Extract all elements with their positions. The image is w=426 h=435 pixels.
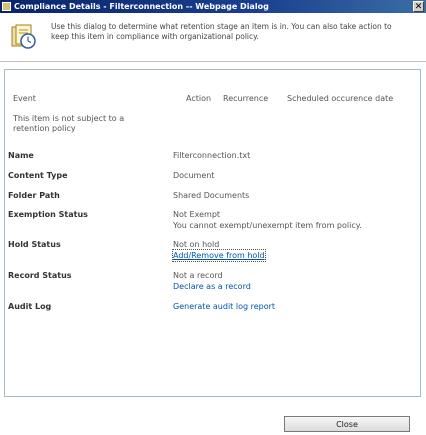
declare-record-link[interactable]: Declare as a record — [173, 281, 251, 292]
audit-log-report-link[interactable]: Generate audit log report — [173, 301, 275, 312]
exemption-status-value: Not Exempt — [173, 210, 221, 219]
window-title: Compliance Details - Filterconnection --… — [14, 2, 269, 11]
dialog-icon — [2, 2, 11, 11]
record-status-label: Record Status — [8, 271, 72, 280]
name-value: Filterconnection.txt — [173, 151, 251, 160]
folder-path-label: Folder Path — [8, 191, 60, 200]
title-bar: Compliance Details - Filterconnection --… — [0, 0, 426, 13]
close-icon[interactable]: ✕ — [413, 1, 424, 12]
action-column-header: Action — [186, 94, 212, 103]
dialog-header: Use this dialog to determine what retent… — [0, 13, 426, 62]
exemption-status-detail: You cannot exempt/unexempt item from pol… — [173, 221, 362, 230]
hold-status-label: Hold Status — [8, 240, 61, 249]
header-description: Use this dialog to determine what retent… — [51, 22, 392, 41]
content-type-label: Content Type — [8, 171, 68, 180]
add-remove-hold-link[interactable]: Add/Remove from hold — [172, 249, 266, 262]
document-with-clock-icon — [11, 24, 36, 49]
content-type-value: Document — [173, 171, 215, 180]
record-status-value: Not a record — [173, 271, 223, 280]
folder-path-value: Shared Documents — [173, 191, 250, 200]
exemption-status-label: Exemption Status — [8, 210, 88, 219]
event-column-header: Event — [13, 94, 36, 103]
recurrence-column-header: Recurrence — [223, 94, 269, 103]
hold-status-value: Not on hold — [173, 240, 220, 249]
audit-log-label: Audit Log — [8, 302, 52, 311]
retention-note: This item is not subject to a retention … — [13, 114, 125, 133]
close-button[interactable]: Close — [284, 416, 410, 432]
name-label: Name — [8, 151, 34, 160]
scheduled-date-column-header: Scheduled occurence date — [287, 94, 394, 103]
compliance-details-panel: Event Action Recurrence Scheduled occure… — [4, 69, 421, 397]
